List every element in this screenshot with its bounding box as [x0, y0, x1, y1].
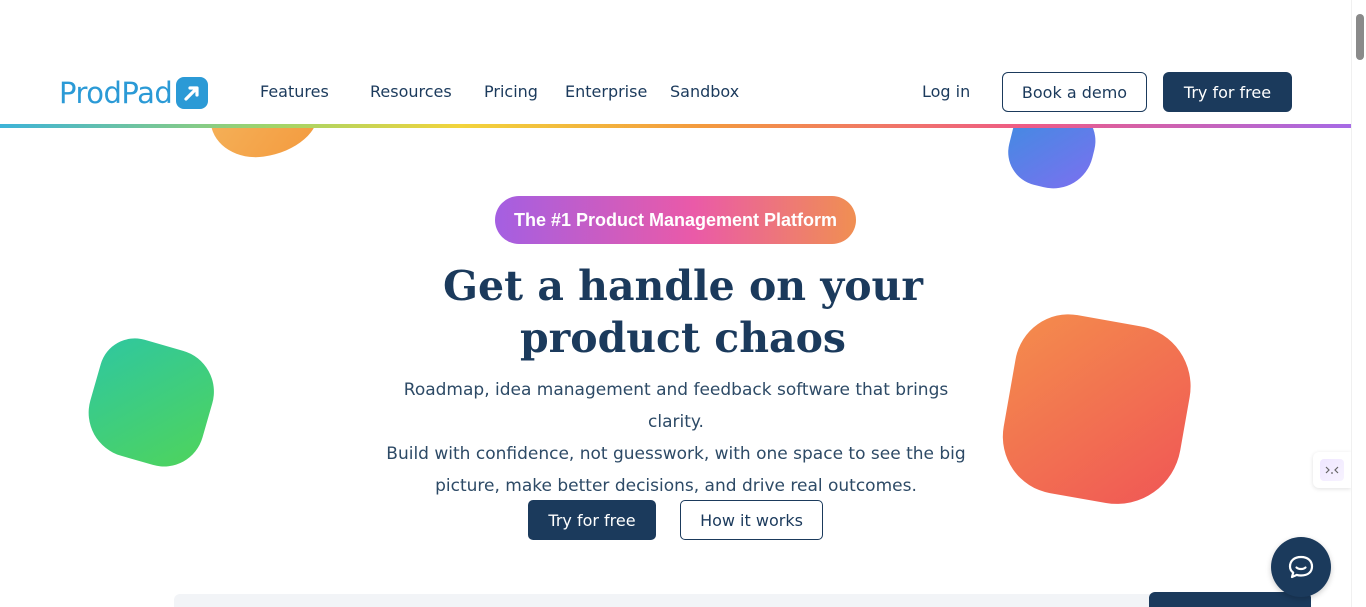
headline-line-1: Get a handle on your — [443, 262, 923, 310]
subtext-line-3: picture, make better decisions, and driv… — [435, 476, 917, 496]
how-it-works-button[interactable]: How it works — [680, 500, 823, 540]
prodpad-logo[interactable]: ProdPad — [59, 76, 209, 110]
nav-enterprise[interactable]: Enterprise — [565, 82, 647, 101]
nav-pricing[interactable]: Pricing — [484, 82, 538, 101]
hero-subtext: Roadmap, idea management and feedback so… — [376, 374, 976, 502]
logo-arrow-icon — [176, 77, 209, 109]
try-free-hero-button[interactable]: Try for free — [528, 500, 656, 540]
decorative-blob-red — [993, 305, 1201, 515]
decorative-blob-green — [78, 330, 224, 476]
page-scrollbar[interactable] — [1351, 0, 1366, 607]
scrollbar-thumb[interactable] — [1356, 14, 1364, 60]
product-preview — [174, 594, 1174, 607]
chat-launcher-button[interactable] — [1271, 537, 1331, 597]
rainbow-divider — [0, 124, 1351, 128]
hero-headline: Get a handle on your product chaos — [383, 260, 983, 368]
chevron-code-icon — [1320, 459, 1344, 481]
login-link[interactable]: Log in — [922, 82, 970, 101]
hero-badge: The #1 Product Management Platform — [495, 196, 856, 244]
book-demo-button[interactable]: Book a demo — [1002, 72, 1147, 112]
nav-sandbox[interactable]: Sandbox — [670, 82, 739, 101]
chat-bubble-icon — [1288, 555, 1314, 579]
nav-resources[interactable]: Resources — [370, 82, 452, 101]
subtext-line-1: Roadmap, idea management and feedback so… — [403, 380, 949, 432]
site-header: ProdPad Features Resources Pricing Enter… — [0, 58, 1351, 128]
subtext-line-2: Build with confidence, not guesswork, wi… — [386, 444, 966, 464]
headline-line-2: product chaos — [519, 314, 847, 362]
product-preview-dark-panel — [1149, 592, 1311, 607]
side-widget-tab[interactable] — [1313, 452, 1351, 488]
try-free-header-button[interactable]: Try for free — [1163, 72, 1292, 112]
logo-text: ProdPad — [59, 76, 173, 110]
headline-line-2-wrapper: product chaos — [513, 312, 853, 368]
nav-features[interactable]: Features — [260, 82, 329, 101]
